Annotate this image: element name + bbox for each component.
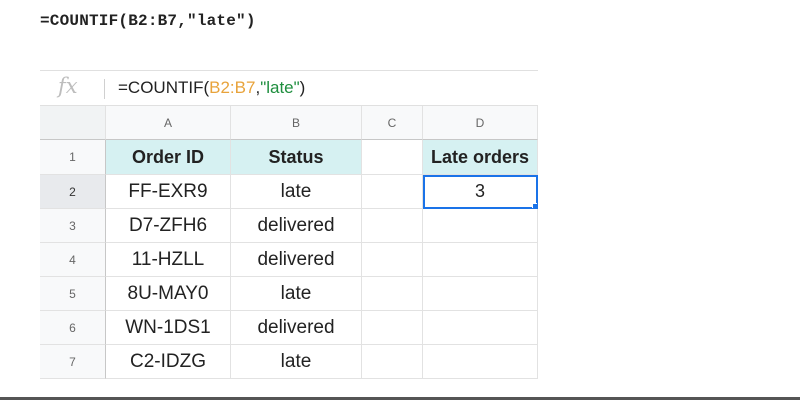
formula-bar-divider xyxy=(104,79,105,99)
formula-input[interactable]: =COUNTIF(B2:B7,"late") xyxy=(118,78,305,98)
column-header-c[interactable]: C xyxy=(362,106,423,140)
cell-c2[interactable] xyxy=(362,175,423,209)
row-header[interactable]: 6 xyxy=(40,311,106,345)
cell-c1[interactable] xyxy=(362,140,423,175)
fill-handle[interactable] xyxy=(532,203,537,208)
row-header[interactable]: 2 xyxy=(40,175,106,209)
formula-close-paren: ) xyxy=(299,78,306,97)
cell-d2-selected[interactable]: 3 xyxy=(423,175,538,209)
cell-d6[interactable] xyxy=(423,311,538,345)
cell-c5[interactable] xyxy=(362,277,423,311)
formula-range-ref: B2:B7 xyxy=(209,78,256,97)
cell-c3[interactable] xyxy=(362,209,423,243)
table-row: 7 C2-IDZG late xyxy=(40,345,538,379)
cell-a6[interactable]: WN-1DS1 xyxy=(106,311,231,345)
table-row: 4 11-HZLL delivered xyxy=(40,243,538,277)
cell-c7[interactable] xyxy=(362,345,423,379)
spreadsheet: fx =COUNTIF(B2:B7,"late") A B C D 1 Orde… xyxy=(40,70,538,379)
cell-d2-value: 3 xyxy=(474,181,485,201)
fx-icon: fx xyxy=(58,74,78,98)
column-header-row: A B C D xyxy=(40,106,538,140)
cell-b6[interactable]: delivered xyxy=(231,311,362,345)
table-row: 2 FF-EXR9 late 3 xyxy=(40,175,538,209)
column-header-b[interactable]: B xyxy=(231,106,362,140)
row-header[interactable]: 7 xyxy=(40,345,106,379)
cell-b1[interactable]: Status xyxy=(231,140,362,175)
cell-a7[interactable]: C2-IDZG xyxy=(106,345,231,379)
row-header[interactable]: 1 xyxy=(40,140,106,175)
bottom-divider xyxy=(0,397,800,400)
cell-d4[interactable] xyxy=(423,243,538,277)
table-row: 3 D7-ZFH6 delivered xyxy=(40,209,538,243)
cell-a5[interactable]: 8U-MAY0 xyxy=(106,277,231,311)
cell-a2[interactable]: FF-EXR9 xyxy=(106,175,231,209)
cell-b5[interactable]: late xyxy=(231,277,362,311)
formula-function: =COUNTIF( xyxy=(118,78,210,97)
cell-grid: A B C D 1 Order ID Status Late orders 2 … xyxy=(40,106,538,379)
select-all-corner[interactable] xyxy=(40,106,106,140)
formula-bar[interactable]: fx =COUNTIF(B2:B7,"late") xyxy=(40,70,538,106)
cell-d7[interactable] xyxy=(423,345,538,379)
table-row: 5 8U-MAY0 late xyxy=(40,277,538,311)
row-header[interactable]: 5 xyxy=(40,277,106,311)
table-row: 1 Order ID Status Late orders xyxy=(40,140,538,175)
row-header[interactable]: 4 xyxy=(40,243,106,277)
cell-d1[interactable]: Late orders xyxy=(423,140,538,175)
cell-b7[interactable]: late xyxy=(231,345,362,379)
cell-b3[interactable]: delivered xyxy=(231,209,362,243)
cell-a3[interactable]: D7-ZFH6 xyxy=(106,209,231,243)
cell-b4[interactable]: delivered xyxy=(231,243,362,277)
cell-b2[interactable]: late xyxy=(231,175,362,209)
formula-criterion: "late" xyxy=(260,78,300,97)
row-header[interactable]: 3 xyxy=(40,209,106,243)
cell-a4[interactable]: 11-HZLL xyxy=(106,243,231,277)
column-header-a[interactable]: A xyxy=(106,106,231,140)
cell-c4[interactable] xyxy=(362,243,423,277)
cell-d5[interactable] xyxy=(423,277,538,311)
table-row: 6 WN-1DS1 delivered xyxy=(40,311,538,345)
cell-d3[interactable] xyxy=(423,209,538,243)
cell-a1[interactable]: Order ID xyxy=(106,140,231,175)
formula-caption: =COUNTIF(B2:B7,"late") xyxy=(40,12,256,30)
cell-c6[interactable] xyxy=(362,311,423,345)
column-header-d[interactable]: D xyxy=(423,106,538,140)
